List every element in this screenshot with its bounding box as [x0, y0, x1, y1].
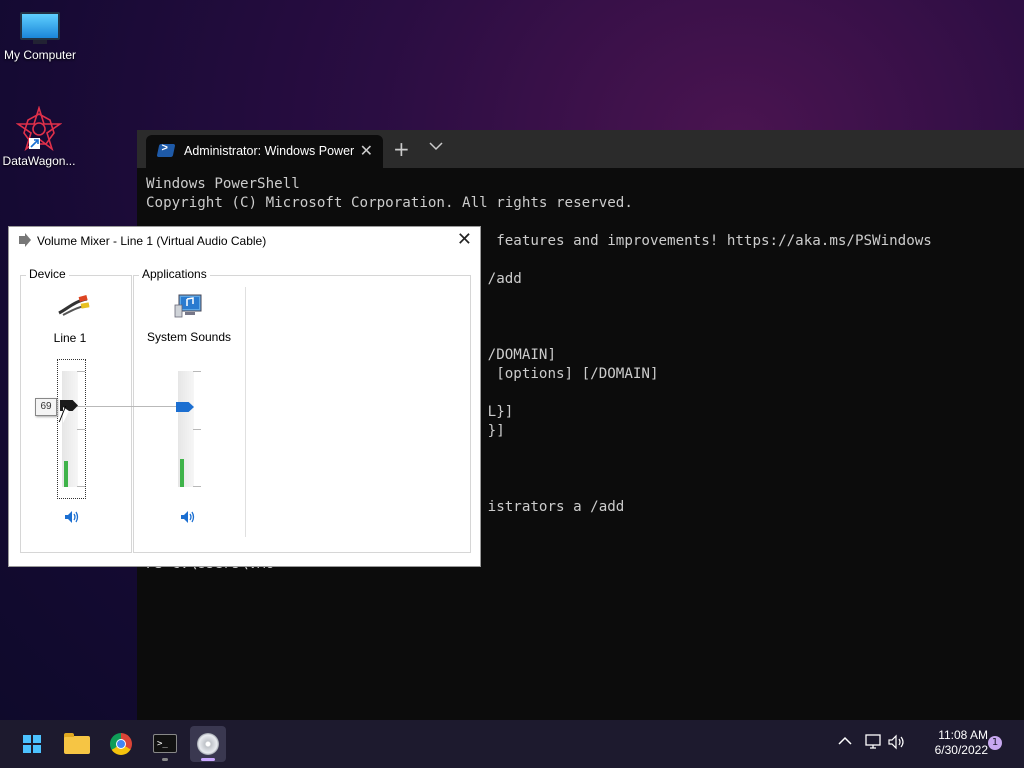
tab-title: Administrator: Windows PowerS — [184, 144, 354, 158]
taskbar-file-explorer[interactable] — [59, 726, 95, 762]
device-mute-button[interactable] — [64, 510, 80, 524]
tick — [193, 486, 201, 487]
terminal-icon: >_ — [153, 734, 177, 753]
mouse-cursor — [63, 407, 69, 423]
desktop-icon-label: DataWagon... — [2, 154, 76, 168]
tab-powershell[interactable]: Administrator: Windows PowerS ✕ — [146, 135, 383, 168]
clock-time: 11:08 AM — [938, 728, 988, 742]
taskbar-terminal[interactable]: >_ — [147, 726, 183, 762]
tab-close-icon[interactable]: ✕ — [360, 141, 373, 161]
volume-mixer-icon — [197, 733, 219, 755]
volume-mixer-window[interactable]: Volume Mixer - Line 1 (Virtual Audio Cab… — [8, 226, 481, 567]
speaker-icon — [19, 233, 31, 247]
volume-link-line — [77, 406, 179, 407]
audio-cable-icon — [57, 295, 91, 317]
datawagon-icon — [15, 105, 63, 152]
tick — [193, 429, 201, 430]
terminal-line: Windows PowerShell — [146, 176, 300, 192]
tick — [77, 371, 85, 372]
speaker-icon — [65, 511, 79, 523]
window-title: Volume Mixer - Line 1 (Virtual Audio Cab… — [37, 234, 267, 248]
monitor-icon — [20, 12, 60, 46]
device-level-meter — [64, 461, 68, 487]
clock-date: 6/30/2022 — [934, 743, 988, 757]
start-button[interactable] — [14, 726, 50, 762]
tick — [77, 486, 85, 487]
close-button[interactable]: ✕ — [457, 229, 472, 250]
app-level-meter — [180, 459, 184, 487]
system-clock[interactable]: 11:08 AM 6/30/2022 — [910, 728, 988, 758]
desktop-icon-label: My Computer — [3, 48, 77, 62]
running-indicator — [162, 758, 168, 761]
chevron-down-icon[interactable] — [429, 140, 443, 155]
app-mute-button[interactable] — [180, 510, 196, 524]
system-sounds-icon — [173, 293, 205, 321]
network-icon[interactable] — [864, 734, 882, 754]
app-name: System Sounds — [146, 330, 232, 344]
taskbar-volume-mixer[interactable] — [190, 726, 226, 762]
applications-group-label: Applications — [139, 267, 210, 281]
desktop-icon-datawagon[interactable]: DataWagon... — [0, 105, 79, 168]
powershell-icon — [156, 144, 176, 157]
desktop-icon-my-computer[interactable]: My Computer — [0, 12, 80, 62]
terminal-line: Copyright (C) Microsoft Corporation. All… — [146, 195, 633, 211]
file-explorer-icon — [64, 733, 90, 754]
tick — [193, 371, 201, 372]
new-tab-button[interactable]: + — [393, 137, 410, 161]
volume-tooltip: 69 — [35, 398, 57, 416]
active-indicator — [201, 758, 215, 761]
speaker-icon — [181, 511, 195, 523]
notification-badge[interactable]: 1 — [988, 736, 1002, 750]
taskbar-chrome[interactable] — [103, 726, 139, 762]
divider — [245, 287, 246, 537]
tray-overflow-chevron-icon[interactable] — [838, 734, 852, 750]
chrome-icon — [110, 733, 132, 755]
device-name: Line 1 — [53, 331, 87, 345]
taskbar: >_ 11:08 AM 6/30/2022 1 — [0, 720, 1024, 768]
device-group-label: Device — [26, 267, 69, 281]
volume-icon[interactable] — [888, 734, 906, 754]
terminal-tab-bar: Administrator: Windows PowerS ✕ + — [137, 130, 1024, 168]
tick — [77, 429, 85, 430]
windows-start-icon — [23, 735, 41, 753]
